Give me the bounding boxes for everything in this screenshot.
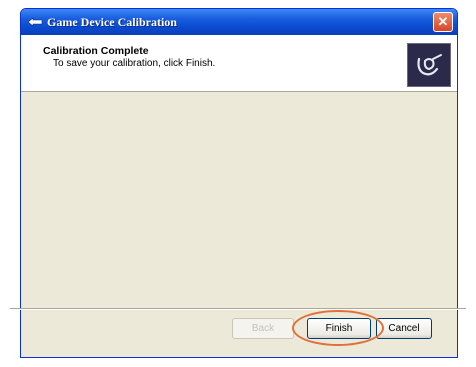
- back-button[interactable]: Back: [232, 318, 294, 339]
- finish-button[interactable]: Finish: [307, 318, 371, 339]
- window-title: Game Device Calibration: [47, 14, 177, 29]
- wizard-header: Calibration Complete To save your calibr…: [21, 35, 457, 92]
- app-icon: [27, 17, 43, 27]
- footer-divider: [10, 308, 466, 310]
- header-subtitle: To save your calibration, click Finish.: [53, 58, 216, 69]
- title-bar[interactable]: Game Device Calibration ✕: [21, 9, 457, 35]
- calibration-dialog: Game Device Calibration ✕ Calibration Co…: [20, 8, 458, 358]
- wizard-body: [21, 92, 457, 312]
- close-button[interactable]: ✕: [433, 12, 453, 32]
- close-icon: ✕: [437, 14, 449, 29]
- game-controller-icon: [407, 43, 451, 87]
- header-title: Calibration Complete: [43, 45, 149, 57]
- cancel-button[interactable]: Cancel: [376, 318, 432, 339]
